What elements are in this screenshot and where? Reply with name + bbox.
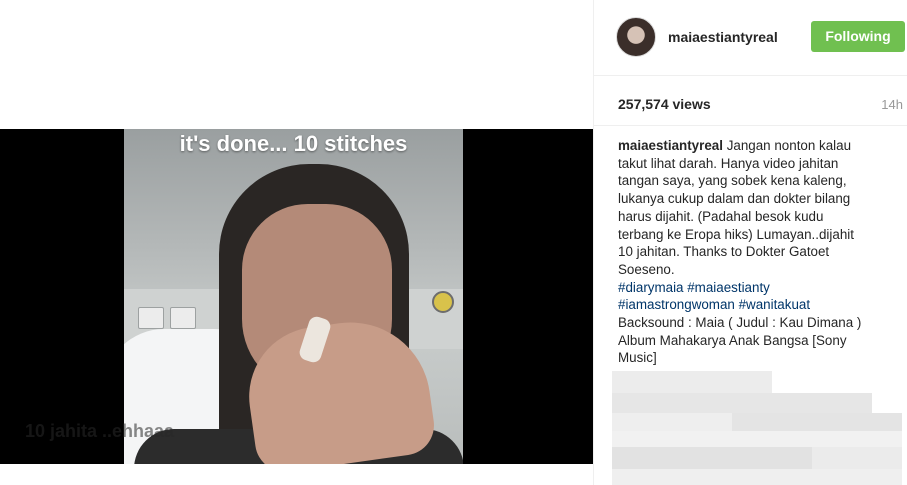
caption-text: lukanya cukup dalam dan dokter bilang (618, 191, 851, 207)
media-area: it's done... 10 stitches 10 jahita ..ehh… (0, 0, 593, 485)
stats-row: 257,574 views 14h (594, 76, 907, 126)
blurred-comment (812, 447, 902, 469)
hashtag-link[interactable]: #maiaestianty (687, 280, 770, 295)
blurred-comment (612, 447, 812, 469)
hashtag-link[interactable]: #iamastrongwoman (618, 297, 735, 312)
caption-text: harus dijahit. (Padahal besok kudu (618, 208, 824, 224)
hashtag-link[interactable]: #wanitakuat (739, 297, 810, 312)
blurred-comment (612, 431, 902, 447)
following-button[interactable]: Following (811, 21, 905, 52)
hashtag-row: #diarymaia #maiaestianty (618, 279, 890, 297)
post-timestamp[interactable]: 14h (881, 97, 903, 112)
outlet-graphic (138, 307, 164, 329)
blurred-comment (612, 371, 772, 393)
outlet-graphic (170, 307, 196, 329)
caption-text: 10 jahitan. Thanks to Dokter Gatoet (618, 244, 830, 260)
post-header: maiaestiantyreal Following (594, 0, 907, 76)
blurred-comment (612, 393, 872, 413)
caption-author-link[interactable]: maiaestiantyreal (618, 138, 723, 153)
username-link[interactable]: maiaestiantyreal (668, 29, 778, 45)
view-count[interactable]: 257,574 views (618, 96, 711, 112)
blurred-comment (612, 413, 732, 431)
caption-text: Album Mahakarya Anak Bangsa [Sony (618, 332, 847, 348)
caption-text: Soeseno. (618, 261, 675, 277)
caption-text: Jangan nonton kalau (726, 138, 852, 153)
caption-text: terbang ke Eropa hiks) Lumayan..dijahit (618, 226, 854, 242)
hashtag-link[interactable]: #diarymaia (618, 280, 684, 295)
gauge-graphic (432, 291, 454, 313)
caption-text: tangan saya, yang sobek kena kaleng, (618, 173, 847, 189)
video-frame[interactable]: it's done... 10 stitches (124, 129, 463, 464)
caption-line: maiaestiantyreal Jangan nonton kalau (618, 137, 890, 155)
post-details-panel: maiaestiantyreal Following 257,574 views… (593, 0, 907, 485)
caption-text: Backsound : Maia ( Judul : Kau Dimana ) (618, 315, 862, 331)
video-overlay-text: it's done... 10 stitches (179, 131, 408, 156)
video-watermark-text: 10 jahita ..ehhaaa (25, 421, 175, 441)
video-player[interactable]: it's done... 10 stitches 10 jahita ..ehh… (0, 129, 593, 464)
caption-text: takut lihat darah. Hanya video jahitan (618, 155, 839, 171)
blurred-comment (612, 469, 902, 485)
caption: maiaestiantyreal Jangan nonton kalau tak… (618, 137, 890, 367)
avatar[interactable] (616, 17, 656, 57)
blurred-comment (732, 413, 902, 431)
hashtag-row: #iamastrongwoman #wanitakuat (618, 296, 890, 314)
caption-text: Music] (618, 350, 657, 366)
